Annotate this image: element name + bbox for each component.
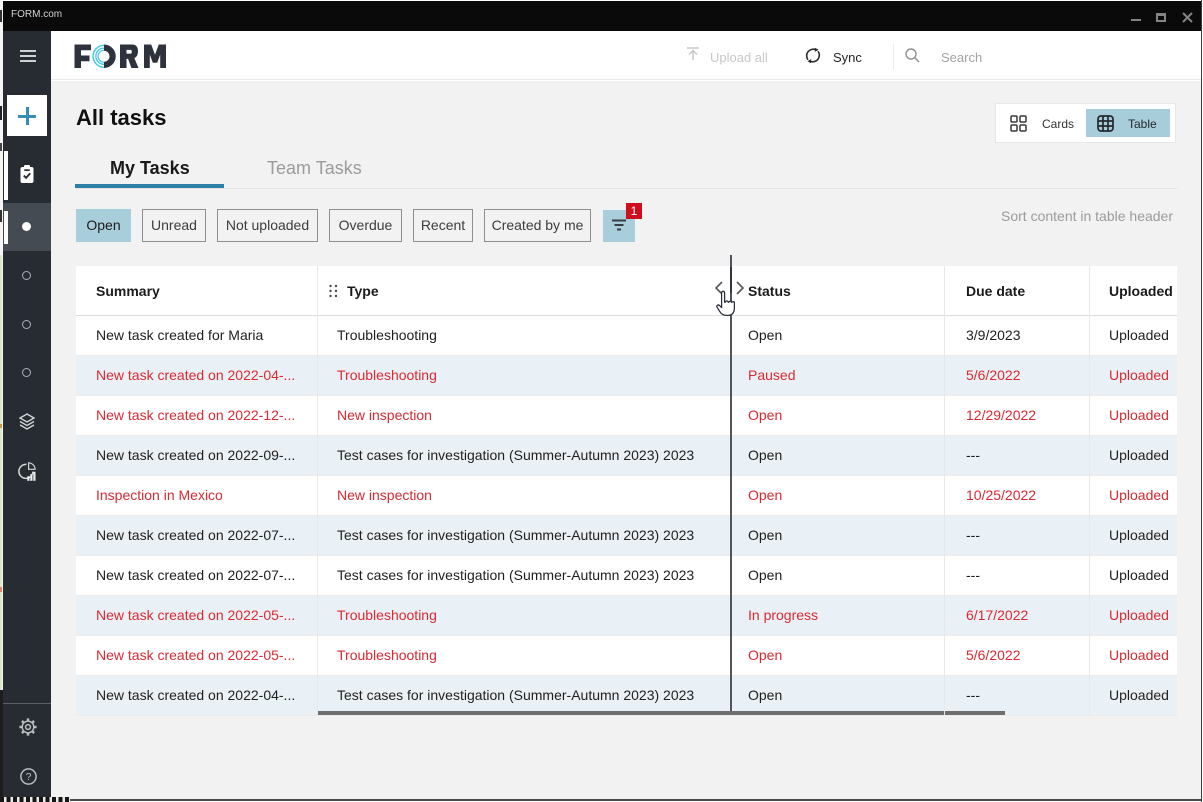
svg-text:?: ? (26, 771, 32, 783)
